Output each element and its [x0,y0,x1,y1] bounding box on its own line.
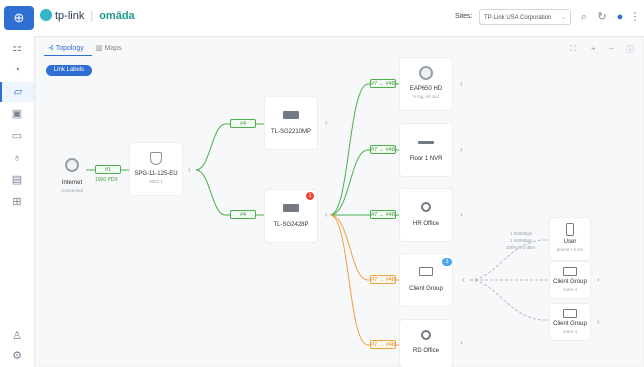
node-gateway[interactable]: SPG-11-125-EU 2001:1 [130,143,182,195]
link-to-nvr [329,149,400,216]
node-label: Client Group [553,321,587,327]
link-to-client [329,214,400,281]
node-sub: more 4 [562,329,577,334]
laptop-icon [563,267,577,276]
laptop-icon [563,309,577,318]
expand-icon[interactable]: › [325,118,328,127]
client-count-badge: 3 [442,258,452,266]
node-internet[interactable]: Internet Connected [46,150,98,200]
phone-icon [566,223,574,236]
node-sub: 2001:1 [149,179,163,184]
node-label: Floor 1 NVR [409,156,443,162]
switch-icon [283,111,299,119]
node-client-group-a[interactable]: Client Group more 4 [550,262,590,298]
laptop-icon [419,267,433,276]
link-wireless-group-b [469,279,552,321]
access-point-icon [419,66,433,80]
node-label: EAP650 HD [409,86,443,92]
nvr-icon [418,141,434,144]
node-label: TL-SG2210MP [270,129,312,135]
collapse-icon[interactable]: ‹ [188,165,191,174]
gateway-icon [150,152,162,165]
camera-icon [421,202,431,212]
node-eap[interactable]: EAP650 HD 5 mg, All Jcd [400,58,452,110]
node-client-group-b[interactable]: Client Group more 4 [550,304,590,340]
link-gateway-switch1 [195,123,265,171]
link-label-nvr: #7 → #48 [370,145,396,154]
alert-badge: 1 [306,192,314,200]
expand-icon[interactable]: › [460,338,463,347]
expand-icon[interactable]: › [597,275,600,284]
expand-icon[interactable]: › [597,317,600,326]
expand-icon[interactable]: › [460,145,463,154]
link-label-switch1: #4 [230,119,256,128]
collapse-icon[interactable]: ‹ [462,275,465,284]
globe-icon [65,158,79,172]
node-label: Internet [61,180,83,186]
wireless-stat: 1 400Mbps [510,238,533,243]
camera-icon [421,330,431,340]
node-nvr[interactable]: Floor 1 NVR [400,124,452,176]
link-label-rd: #7 → #48 [370,340,396,349]
collapse-icon[interactable]: ‹ [325,210,328,219]
node-sub: 5 mg, All Jcd [413,94,439,99]
node-hr-office[interactable]: HR Office [400,189,452,241]
node-rd-office[interactable]: RD Office [400,320,452,367]
node-label: SPG-11-125-EU [134,171,178,177]
node-label: Client Group [553,279,587,285]
wireless-stat: 1 900Mbps [510,231,533,236]
link-label-internet: #1 [95,165,121,174]
link-gateway-switch2 [195,169,265,216]
node-status: Connected [61,188,83,193]
node-label: User [563,239,577,245]
switch-icon [283,204,299,212]
expand-icon[interactable]: › [460,210,463,219]
node-switch-1[interactable]: TL-SG2210MP [265,97,317,149]
link-label-hr: #7 → #48 [370,210,396,219]
node-sub: more 4 [562,287,577,292]
link-label-client: #7 → #48 [370,275,396,284]
node-user[interactable]: User phone • 4 ms [550,218,590,260]
wireless-stat: 100%/1.0 dBm [506,245,536,250]
expand-icon[interactable]: › [460,79,463,88]
link-speed-internet: 1000 PDX [95,177,118,183]
link-label-switch2: #4 [230,210,256,219]
node-sub: phone • 4 ms [556,247,584,252]
node-label: HR Office [413,221,439,227]
node-label: RD Office [413,348,439,354]
link-label-eap: #7 → #48 [370,79,396,88]
node-label: TL-SG2428P [273,222,309,228]
node-label: Client Group [409,286,443,292]
